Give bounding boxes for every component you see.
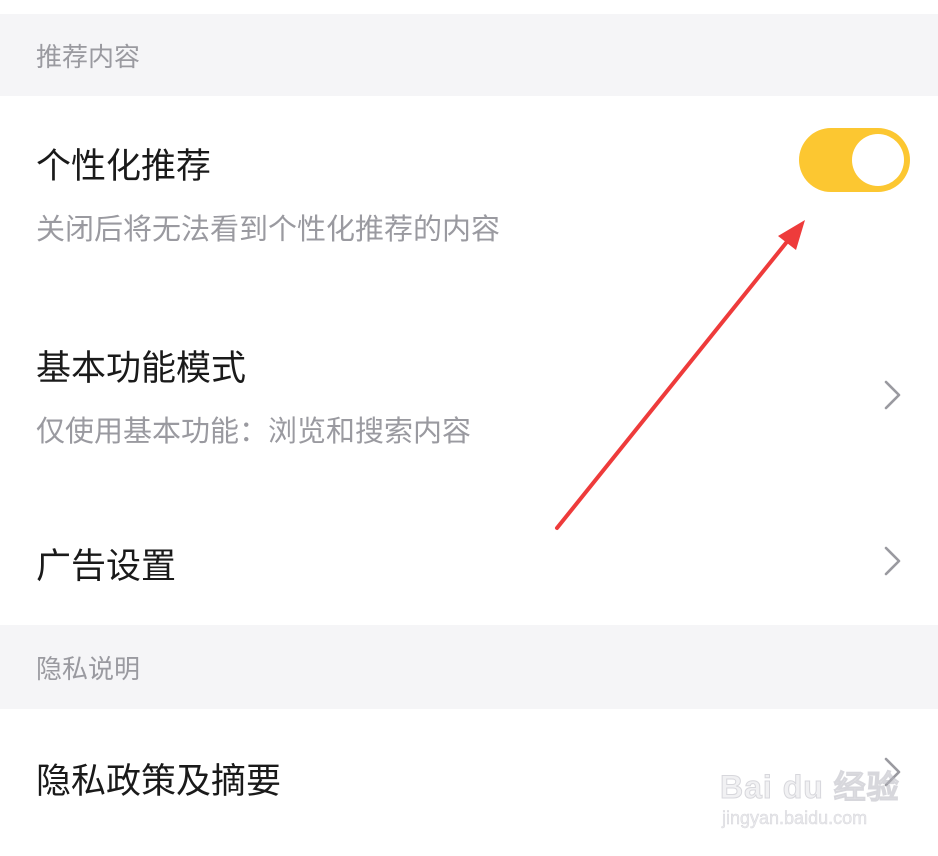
personalized-recommend-toggle[interactable]	[799, 128, 910, 192]
row-ad-settings[interactable]: 广告设置	[0, 496, 938, 625]
watermark-url: jingyan.baidu.com	[722, 808, 868, 829]
row-subtitle: 关闭后将无法看到个性化推荐的内容	[36, 212, 501, 246]
section-header-privacy: 隐私说明	[0, 625, 938, 709]
row-personalized-recommend: 个性化推荐 关闭后将无法看到个性化推荐的内容	[0, 96, 938, 296]
row-title: 基本功能模式	[36, 349, 247, 389]
baidu-jingyan-watermark: Bai du 经验 jingyan.baidu.com	[720, 752, 920, 836]
row-title: 隐私政策及摘要	[36, 762, 282, 802]
toggle-knob	[852, 134, 904, 186]
section-header-label: 推荐内容	[36, 42, 141, 73]
top-card-edge	[0, 0, 938, 14]
row-title: 个性化推荐	[36, 147, 212, 187]
row-subtitle: 仅使用基本功能：浏览和搜索内容	[36, 414, 472, 448]
row-basic-mode[interactable]: 基本功能模式 仅使用基本功能：浏览和搜索内容	[0, 296, 938, 496]
chevron-right-icon	[884, 380, 901, 410]
settings-page: 推荐内容 个性化推荐 关闭后将无法看到个性化推荐的内容 基本功能模式 仅使用基本…	[0, 0, 938, 856]
chevron-right-icon	[884, 546, 901, 576]
recommend-card: 个性化推荐 关闭后将无法看到个性化推荐的内容 基本功能模式 仅使用基本功能：浏览…	[0, 96, 938, 625]
section-header-recommend: 推荐内容	[0, 14, 938, 96]
watermark-brand: Bai du 经验	[720, 769, 900, 806]
section-header-label: 隐私说明	[36, 654, 141, 685]
row-title: 广告设置	[36, 547, 177, 587]
